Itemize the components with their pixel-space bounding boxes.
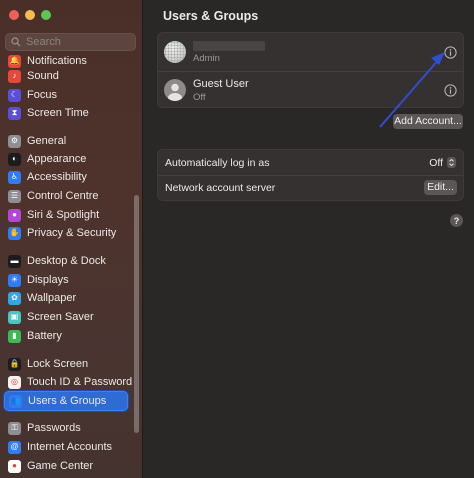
sidebar-item-touch-id-password[interactable]: ◎ Touch ID & Password — [4, 372, 132, 392]
battery-icon: ▮ — [8, 329, 21, 343]
fingerprint-icon: ◎ — [8, 375, 21, 389]
sidebar-item-appearance[interactable]: ◐ Appearance — [4, 149, 128, 169]
sidebar-item-label: Screen Saver — [27, 311, 94, 323]
user-name: Guest User — [193, 77, 249, 90]
sidebar: 🔔Notifications♪Sound☾Focus⧗Screen Time⚙G… — [0, 0, 143, 478]
sidebar-item-label: Control Centre — [27, 190, 99, 202]
sidebar-item-wallpaper[interactable]: ✿ Wallpaper — [4, 288, 128, 308]
sidebar-item-battery[interactable]: ▮ Battery — [4, 326, 128, 346]
edit-button[interactable]: Edit... — [424, 180, 457, 195]
sidebar-item-label: Battery — [27, 330, 62, 342]
user-role: Off — [193, 91, 206, 103]
gamecenter-icon: ● — [8, 459, 21, 473]
sidebar-item-label: Screen Time — [27, 107, 89, 119]
lock-icon: 🔒 — [8, 357, 21, 371]
sidebar-item-label: Touch ID & Password — [27, 376, 133, 388]
login-settings: Automatically log in as Off Network acco… — [157, 149, 464, 201]
sidebar-item-label: General — [27, 135, 67, 147]
siri-icon: ● — [8, 208, 21, 222]
sidebar-item-displays[interactable]: ☀ Displays — [4, 270, 128, 290]
sidebar-item-passwords[interactable]: ⚿ Passwords — [4, 418, 128, 438]
sidebar-item-internet-accounts[interactable]: @ Internet Accounts — [4, 437, 128, 457]
users-list: Admin Guest User Off — [157, 32, 464, 108]
sidebar-item-screen-saver[interactable]: ▣ Screen Saver — [4, 307, 128, 327]
users-icon: 👥 — [9, 394, 22, 408]
search-input[interactable] — [26, 36, 126, 48]
user-row-admin[interactable]: Admin — [158, 33, 463, 71]
auto-login-popup[interactable]: Off — [429, 157, 456, 169]
key-icon: ⚿ — [8, 421, 21, 435]
sidebar-item-label: Passwords — [27, 422, 81, 434]
hand-icon: ✋ — [8, 226, 21, 240]
sidebar-item-game-center[interactable]: ● Game Center — [4, 456, 128, 476]
user-name-redacted — [193, 40, 265, 51]
sidebar-item-label: Displays — [27, 274, 69, 286]
sidebar-item-siri-spotlight[interactable]: ● Siri & Spotlight — [4, 205, 128, 225]
sidebar-item-label: Siri & Spotlight — [27, 209, 100, 221]
sidebar-item-control-centre[interactable]: ☰ Control Centre — [4, 186, 128, 206]
auto-login-label: Automatically log in as — [165, 156, 270, 169]
network-server-label: Network account server — [165, 182, 276, 194]
user-role: Admin — [193, 52, 220, 64]
sidebar-item-label: Sound — [27, 70, 59, 82]
main-pane: Users & Groups Admin Guest User Off Add … — [143, 0, 474, 478]
sidebar-item-general[interactable]: ⚙ General — [4, 131, 128, 151]
sidebar-item-label: Internet Accounts — [27, 441, 112, 453]
maximize-window-button[interactable] — [41, 10, 51, 20]
sidebar-search[interactable] — [5, 33, 136, 51]
auto-login-row: Automatically log in as Off — [158, 150, 463, 175]
sidebar-item-lock-screen[interactable]: 🔒 Lock Screen — [4, 354, 128, 374]
sidebar-item-users-groups[interactable]: 👥 Users & Groups — [4, 391, 128, 411]
info-icon[interactable] — [444, 83, 457, 97]
sidebar-scrollbar[interactable] — [134, 195, 139, 433]
sidebar-item-label: Lock Screen — [27, 358, 89, 370]
golf-ball-avatar — [164, 41, 186, 63]
switches-icon: ☰ — [8, 189, 21, 203]
sidebar-item-screen-time[interactable]: ⧗ Screen Time — [4, 103, 128, 123]
sidebar-item-focus[interactable]: ☾ Focus — [4, 85, 128, 105]
dock-icon: ▬ — [8, 254, 21, 268]
help-button[interactable]: ? — [450, 214, 463, 227]
gear-icon: ⚙ — [8, 134, 21, 148]
sidebar-item-label: Users & Groups — [28, 395, 107, 407]
sidebar-item-label: Focus — [27, 89, 57, 101]
sidebar-item-label: Privacy & Security — [27, 227, 117, 239]
hourglass-icon: ⧗ — [8, 106, 21, 120]
sidebar-item-sound[interactable]: ♪ Sound — [4, 66, 128, 86]
page-title: Users & Groups — [163, 9, 259, 23]
chevron-updown-icon — [447, 157, 456, 168]
minimize-window-button[interactable] — [25, 10, 35, 20]
sidebar-item-label: Accessibility — [27, 171, 87, 183]
sidebar-item-label: Game Center — [27, 460, 94, 472]
settings-window: 🔔Notifications♪Sound☾Focus⧗Screen Time⚙G… — [0, 0, 474, 478]
search-icon — [11, 37, 21, 47]
sidebar-item-desktop-dock[interactable]: ▬ Desktop & Dock — [4, 251, 128, 271]
flower-icon: ✿ — [8, 291, 21, 305]
sidebar-item-privacy-security[interactable]: ✋ Privacy & Security — [4, 223, 128, 243]
auto-login-value: Off — [429, 156, 443, 169]
user-row-guest[interactable]: Guest User Off — [158, 71, 463, 109]
sidebar-item-label: Wallpaper — [27, 292, 77, 304]
sidebar-item-label: Appearance — [27, 153, 87, 165]
sidebar-item-label: Desktop & Dock — [27, 255, 106, 267]
sidebar-item-accessibility[interactable]: ♿ Accessibility — [4, 167, 128, 187]
screensaver-icon: ▣ — [8, 310, 21, 324]
speaker-icon: ♪ — [8, 69, 21, 83]
network-server-row: Network account server Edit... — [158, 175, 463, 201]
add-account-button[interactable]: Add Account... — [393, 114, 463, 129]
person-avatar — [164, 79, 186, 101]
sun-icon: ☀ — [8, 273, 21, 287]
info-icon[interactable] — [444, 45, 457, 59]
window-controls — [9, 10, 51, 20]
moon-icon: ☾ — [8, 88, 21, 102]
appearance-icon: ◐ — [8, 152, 21, 166]
accessibility-icon: ♿ — [8, 170, 21, 184]
close-window-button[interactable] — [9, 10, 19, 20]
at-icon: @ — [8, 440, 21, 454]
